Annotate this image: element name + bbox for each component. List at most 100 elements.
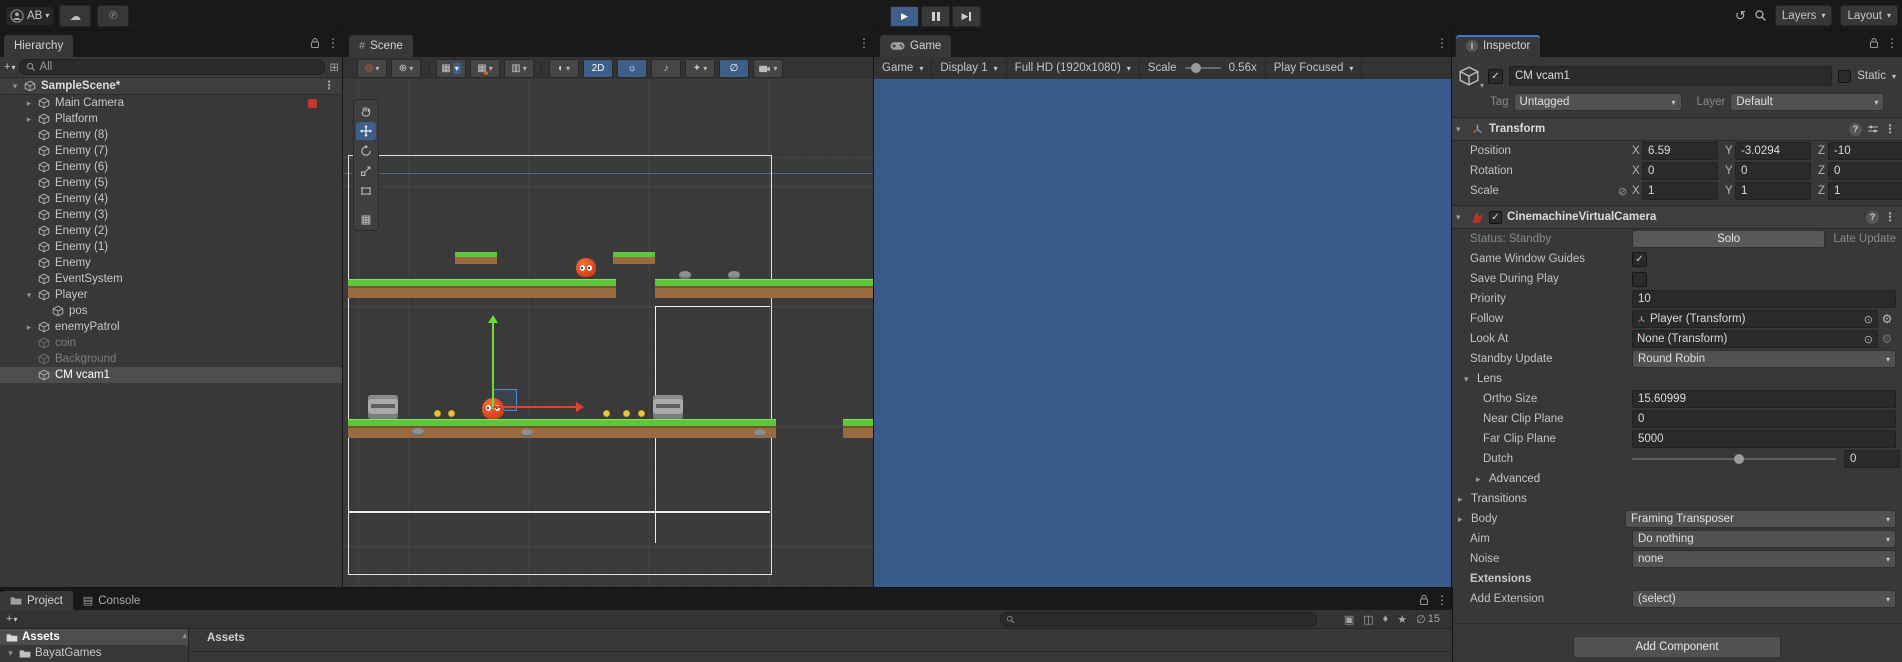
scale-slider[interactable] <box>1184 63 1221 73</box>
rect-tool[interactable] <box>356 182 376 200</box>
kebab-menu-icon[interactable]: ⋮ <box>324 78 336 94</box>
grid-snapping-dropdown[interactable]: ▦ ▾ <box>470 58 500 78</box>
picker-icon[interactable]: ⊞ <box>329 60 339 74</box>
hierarchy-item-enemy-3[interactable]: Enemy (3) <box>0 207 343 223</box>
pause-button[interactable] <box>921 6 950 27</box>
platform-ground[interactable] <box>655 279 874 298</box>
static-checkbox[interactable] <box>1838 69 1852 83</box>
turret-sprite[interactable] <box>653 395 683 419</box>
hierarchy-item-main-camera[interactable]: ▸ Main Camera <box>0 95 343 111</box>
tab-project[interactable]: Project <box>0 591 73 610</box>
project-search-input[interactable] <box>1000 611 1317 627</box>
lighting-toggle[interactable]: ☼ <box>617 58 647 78</box>
foldout-closed-icon[interactable]: ▸ <box>22 111 36 127</box>
hierarchy-item-enemy-6[interactable]: Enemy (6) <box>0 159 343 175</box>
platform-ground[interactable] <box>843 419 874 438</box>
solo-button[interactable]: Solo <box>1632 230 1826 248</box>
layers-dropdown[interactable]: Layers ▾ <box>1774 5 1833 26</box>
help-icon[interactable]: ? <box>1866 210 1879 224</box>
rock-sprite[interactable] <box>521 429 533 437</box>
object-picker-icon[interactable]: ⊙ <box>1864 313 1873 326</box>
hierarchy-item-samplescene[interactable]: ▾ SampleScene* ⋮ <box>0 78 343 95</box>
turret-sprite[interactable] <box>368 395 398 419</box>
folder-item-assets[interactable]: Assets <box>0 629 188 645</box>
save-during-play-checkbox[interactable] <box>1632 271 1647 287</box>
gear-icon[interactable]: ⚙ <box>1878 332 1896 346</box>
tab-console[interactable]: ▤ Console <box>73 591 151 610</box>
slider-thumb[interactable] <box>1190 63 1201 73</box>
folder-item-bayatgames[interactable]: ▾ BayatGames <box>0 645 188 661</box>
scale-tool[interactable] <box>356 162 376 180</box>
active-checkbox[interactable]: ✓ <box>1488 68 1503 84</box>
foldout-open-icon[interactable]: ▾ <box>1464 374 1473 385</box>
display-mode-dropdown[interactable]: Game ▾ <box>874 57 933 79</box>
foldout-closed-icon[interactable]: ▸ <box>1458 494 1467 505</box>
label-icon[interactable]: ♦ <box>1383 613 1389 625</box>
hierarchy-item-player[interactable]: ▾ Player <box>0 287 343 303</box>
rock-sprite[interactable] <box>754 429 766 437</box>
standby-update-dropdown[interactable]: Round Robin ▾ <box>1632 350 1896 368</box>
slider-thumb[interactable] <box>1734 454 1744 464</box>
foldout-closed-icon[interactable]: ▸ <box>22 95 36 111</box>
account-button[interactable]: AB ▾ <box>6 6 54 25</box>
hierarchy-search-input[interactable]: All <box>19 59 326 75</box>
dutch-slider[interactable] <box>1632 454 1836 464</box>
hidden-objects-toggle[interactable]: ∅ <box>719 58 749 78</box>
lock-icon[interactable] <box>1419 594 1429 606</box>
floating-platform[interactable] <box>613 252 655 264</box>
rotation-y-field[interactable]: 0 <box>1735 162 1811 180</box>
kebab-menu-icon[interactable]: ⋮ <box>1436 36 1448 50</box>
enemy-sprite[interactable] <box>576 258 596 277</box>
coin-sprite[interactable] <box>623 410 630 417</box>
display-target-dropdown[interactable]: Display 1 ▾ <box>932 57 1007 79</box>
foldout-open-icon[interactable]: ▾ <box>1456 124 1466 135</box>
tag-dropdown[interactable]: Untagged ▾ <box>1513 93 1682 111</box>
game-window-guides-checkbox[interactable]: ✓ <box>1632 251 1647 267</box>
coin-sprite[interactable] <box>448 410 455 417</box>
follow-object-field[interactable]: Player (Transform) ⊙ <box>1632 310 1878 328</box>
view-hand-tool[interactable] <box>356 102 376 120</box>
near-clip-field[interactable]: 0 <box>1632 410 1896 428</box>
hierarchy-item-coin[interactable]: coin <box>0 335 343 351</box>
foldout-closed-icon[interactable]: ▸ <box>1476 474 1485 485</box>
audio-toggle[interactable]: ♪ <box>651 58 681 78</box>
tab-game[interactable]: Game <box>880 35 952 57</box>
rotation-x-field[interactable]: 0 <box>1642 162 1718 180</box>
transform-component-header[interactable]: ▾ Transform ? ⋮ <box>1452 117 1902 141</box>
scale-y-field[interactable]: 1 <box>1735 182 1811 200</box>
frame-selected-icon[interactable]: ▣ <box>1344 613 1354 626</box>
kebab-menu-icon[interactable]: ⋮ <box>1884 122 1896 136</box>
history-icon[interactable]: ↺ <box>1735 8 1746 24</box>
noise-dropdown[interactable]: none ▾ <box>1632 550 1896 568</box>
far-clip-field[interactable]: 5000 <box>1632 430 1896 448</box>
kebab-menu-icon[interactable]: ⋮ <box>1886 36 1898 50</box>
presets-icon[interactable] <box>1867 124 1879 134</box>
layout-dropdown[interactable]: Layout ▾ <box>1840 5 1898 26</box>
add-extension-dropdown[interactable]: (select) ▾ <box>1632 590 1896 608</box>
hierarchy-item-platform[interactable]: ▸ Platform <box>0 111 343 127</box>
create-asset-button[interactable]: + ▾ <box>6 613 17 625</box>
hierarchy-item-pos[interactable]: pos <box>0 303 343 319</box>
link-constraint-icon[interactable]: ⊘ <box>1618 185 1632 198</box>
grid-snap-toggle[interactable]: ▦ <box>356 210 376 228</box>
move-gizmo-x-axis[interactable] <box>493 402 584 412</box>
component-enabled-checkbox[interactable]: ✓ <box>1489 210 1502 224</box>
add-gameobject-button[interactable]: + ▾ <box>4 61 15 73</box>
hierarchy-item-enemy-2[interactable]: Enemy (2) <box>0 223 343 239</box>
ortho-size-field[interactable]: 15.60999 <box>1632 390 1896 408</box>
foldout-closed-icon[interactable]: ▸ <box>22 319 36 335</box>
hierarchy-item-enemy-5[interactable]: Enemy (5) <box>0 175 343 191</box>
static-flags-dropdown[interactable]: ▾ <box>1892 72 1896 81</box>
position-y-field[interactable]: -3.0294 <box>1735 142 1811 160</box>
plastic-scm-button[interactable]: ℗ <box>97 4 130 27</box>
foldout-open-icon[interactable]: ▾ <box>6 648 15 659</box>
foldout-open-icon[interactable]: ▾ <box>8 78 22 94</box>
tab-inspector[interactable]: i Inspector <box>1456 35 1541 57</box>
scale-z-field[interactable]: 1 <box>1828 182 1902 200</box>
look-at-object-field[interactable]: None (Transform) ⊙ <box>1632 330 1878 348</box>
tab-hierarchy[interactable]: Hierarchy <box>4 35 74 57</box>
kebab-menu-icon[interactable]: ⋮ <box>1436 593 1448 607</box>
aim-dropdown[interactable]: Do nothing ▾ <box>1632 530 1896 548</box>
play-focus-dropdown[interactable]: Play Focused ▾ <box>1264 57 1363 79</box>
rock-sprite[interactable] <box>728 271 740 279</box>
